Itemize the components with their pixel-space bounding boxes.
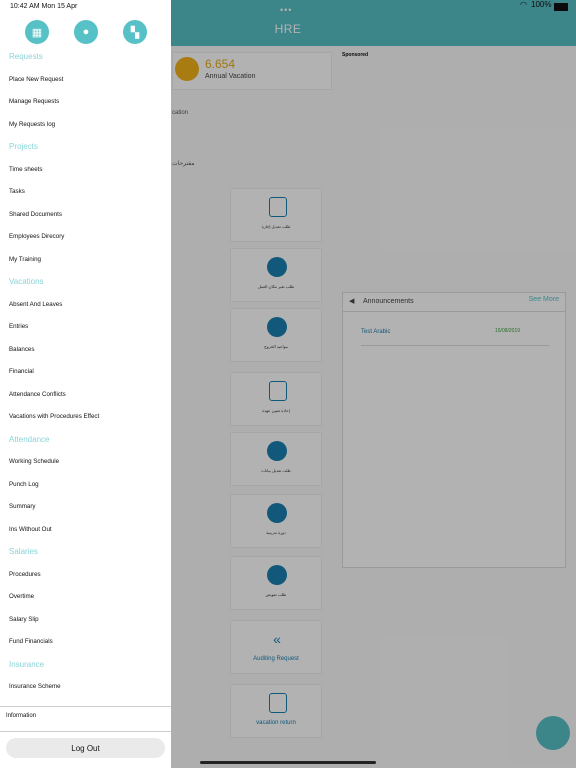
- menu-item-overtime[interactable]: Overtime: [0, 586, 171, 609]
- drawer-top-icons: ▦ ● ▚: [0, 20, 171, 44]
- menu-item-insurance-scheme[interactable]: Insurance Scheme: [0, 676, 171, 699]
- drawer-menu: Requests Place New Request Manage Requests…: [0, 46, 171, 699]
- menu-item-absent-and-leaves[interactable]: Absent And Leaves: [0, 294, 171, 317]
- menu-item-my-training[interactable]: My Training: [0, 249, 171, 272]
- side-drawer: 10:42 AM Mon 15 Apr ▦ ● ▚ Requests Place …: [0, 0, 171, 768]
- menu-item-tasks[interactable]: Tasks: [0, 181, 171, 204]
- menu-item-ins-without-out[interactable]: Ins Without Out: [0, 519, 171, 542]
- menu-item-entries[interactable]: Entries: [0, 316, 171, 339]
- menu-section-attendance: Attendance: [9, 434, 50, 444]
- menu-section-insurance: Insurance: [9, 659, 45, 669]
- profile-icon[interactable]: ●: [74, 20, 98, 44]
- menu-item-punch-log[interactable]: Punch Log: [0, 474, 171, 497]
- menu-section-salaries: Salaries: [9, 547, 38, 556]
- menu-item-time-sheets[interactable]: Time sheets: [0, 159, 171, 182]
- menu-item-salary-slip[interactable]: Salary Slip: [0, 609, 171, 632]
- dashboard-icon[interactable]: ▦: [25, 20, 49, 44]
- logout-button[interactable]: Log Out: [6, 738, 165, 758]
- menu-item-summary[interactable]: Summary: [0, 496, 171, 519]
- menu-item-shared-documents[interactable]: Shared Documents: [0, 204, 171, 227]
- menu-item-place-new-request[interactable]: Place New Request: [0, 69, 171, 92]
- menu-item-attendance-conflicts[interactable]: Attendance Conflicts: [0, 384, 171, 407]
- status-time: 10:42 AM Mon 15 Apr: [10, 3, 78, 10]
- menu-item-procedures[interactable]: Procedures: [0, 564, 171, 587]
- menu-item-vacations-with-procedures-effect[interactable]: Vacations with Procedures Effect: [0, 406, 171, 429]
- menu-item-working-schedule[interactable]: Working Schedule: [0, 451, 171, 474]
- menu-section-requests: Requests: [9, 52, 43, 61]
- org-chart-icon[interactable]: ▚: [123, 20, 147, 44]
- information-row[interactable]: Information: [0, 706, 171, 732]
- menu-item-employees-direcory[interactable]: Employees Direcory: [0, 226, 171, 249]
- information-label: Information: [6, 713, 37, 719]
- home-indicator: [200, 761, 376, 764]
- menu-item-my-requests-log[interactable]: My Requests log: [0, 114, 171, 137]
- menu-item-balances[interactable]: Balances: [0, 339, 171, 362]
- menu-item-financial[interactable]: Financial: [0, 361, 171, 384]
- menu-item-manage-requests[interactable]: Manage Requests: [0, 91, 171, 114]
- menu-item-fund-financials[interactable]: Fund Financials: [0, 631, 171, 654]
- menu-section-projects: Projects: [9, 142, 38, 151]
- menu-section-vacations: Vacations: [9, 277, 44, 286]
